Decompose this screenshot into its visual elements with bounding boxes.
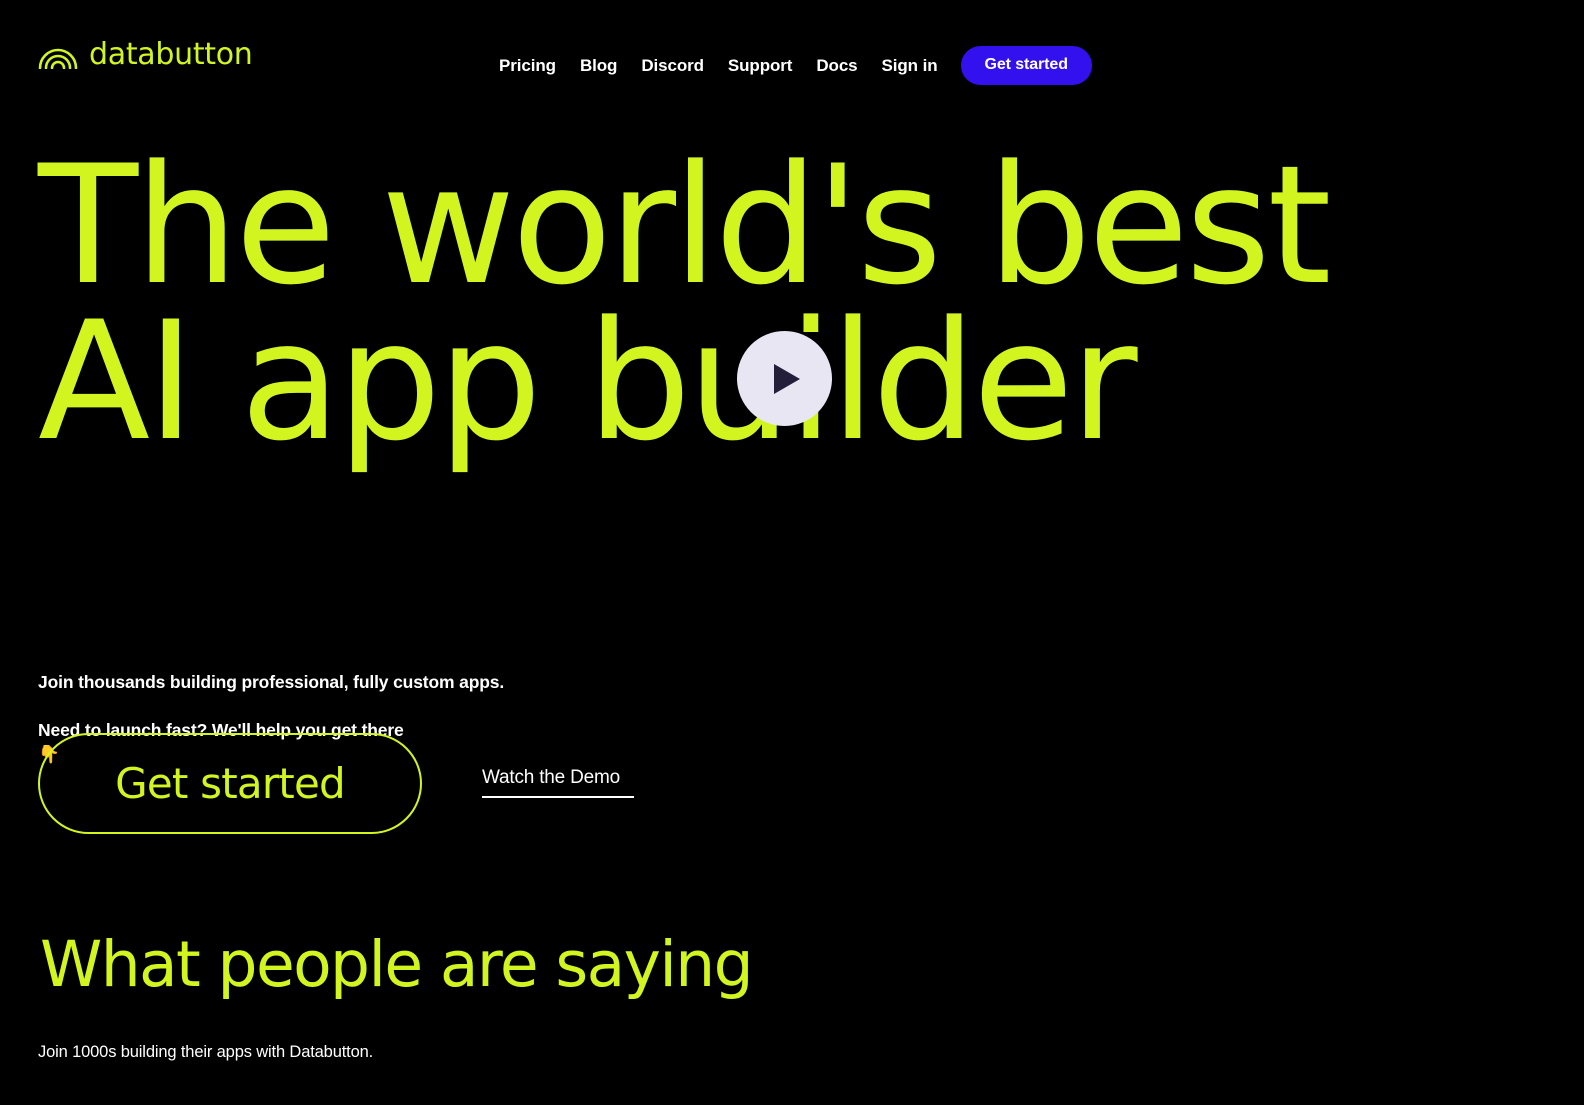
nav-item-blog[interactable]: Blog — [580, 49, 641, 83]
testimonials-subheading: Join 1000s building their apps with Data… — [38, 1043, 374, 1061]
watch-demo-link[interactable]: Watch the Demo — [482, 766, 620, 790]
testimonials-heading: What people are saying — [40, 928, 754, 1001]
nav-item-support[interactable]: Support — [728, 49, 816, 83]
hero-cta-row: Get started Watch the Demo — [38, 733, 634, 834]
nav-item-discord[interactable]: Discord — [641, 49, 728, 83]
play-icon — [767, 362, 802, 396]
play-video-button[interactable] — [737, 331, 832, 426]
main-navigation: Pricing Blog Discord Support Docs Sign i… — [499, 46, 1092, 85]
hero-get-started-button[interactable]: Get started — [38, 733, 422, 834]
header-get-started-button[interactable]: Get started — [960, 46, 1092, 85]
nav-item-sign-in[interactable]: Sign in — [882, 49, 961, 83]
nav-item-pricing[interactable]: Pricing — [499, 49, 580, 83]
brand-name: databutton — [89, 37, 253, 72]
nav-item-docs[interactable]: Docs — [816, 49, 881, 83]
hero-headline: The world's best AI app builder — [38, 130, 1332, 477]
site-header: databutton Pricing Blog Discord Support … — [0, 0, 1584, 110]
watch-demo-underline — [482, 795, 634, 798]
rainbow-arc-icon — [38, 41, 78, 70]
brand-logo[interactable]: databutton — [38, 40, 253, 70]
watch-demo-wrapper: Watch the Demo — [482, 766, 634, 802]
hero-subtitle-line-1: Join thousands building professional, fu… — [38, 672, 505, 692]
